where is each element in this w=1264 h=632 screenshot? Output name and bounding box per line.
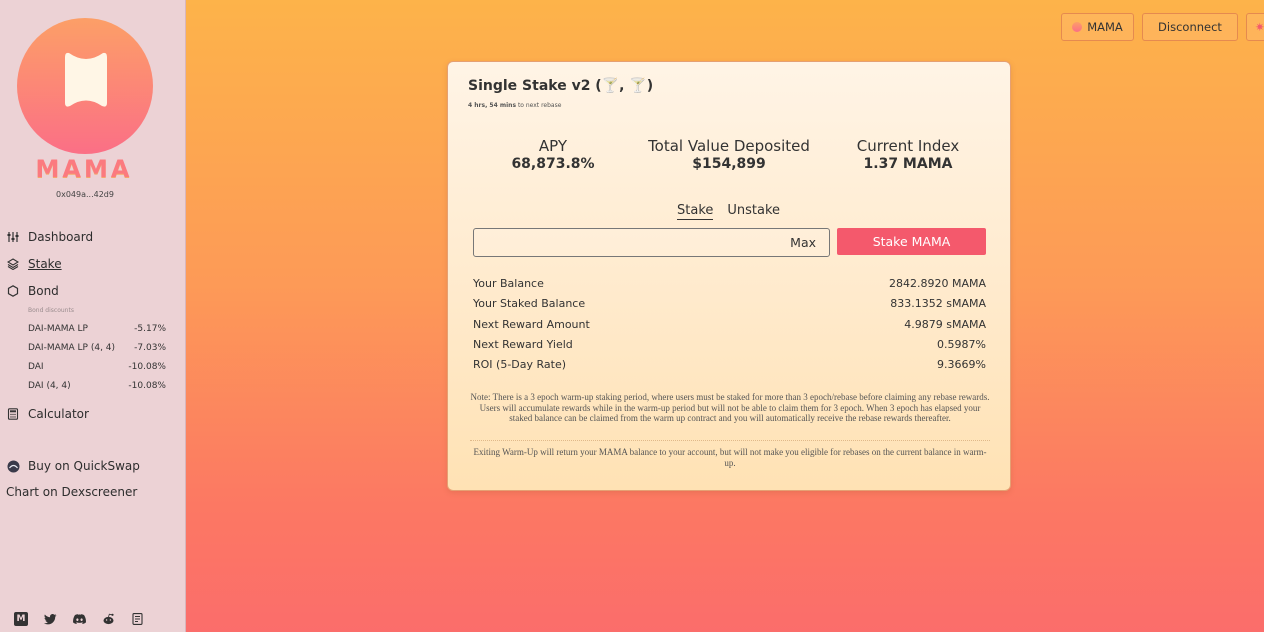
bond-item-name: DAI-MAMA LP (4, 4) — [28, 343, 116, 353]
mama-token-icon — [1072, 22, 1083, 32]
index-label: Current Index — [856, 137, 960, 155]
apy-stat: APY 68,873.8% — [508, 137, 598, 172]
twitter-icon[interactable] — [43, 612, 57, 626]
bond-discounts-label: Bond discounts — [28, 307, 74, 314]
rebase-suffix: to next rebase — [516, 102, 562, 109]
warmup-note: Note: There is a 3 epoch warm-up staking… — [470, 392, 990, 423]
index-value: 1.37 MAMA — [863, 156, 953, 172]
amount-input[interactable] — [480, 234, 780, 252]
nav-bond-label: Bond — [28, 284, 59, 298]
stake-tabs: Stake Unstake — [677, 203, 794, 220]
sidebar: MAMA 0x049a...42d9 Dashboard Stake Bond … — [0, 0, 186, 632]
info-row-value: 4.9879 sMAMA — [904, 318, 986, 331]
medium-icon[interactable]: M — [14, 612, 28, 626]
social-links: M — [14, 612, 159, 626]
info-row-label: Next Reward Amount — [473, 318, 590, 331]
sun-icon: ✷ — [1255, 20, 1264, 34]
info-row-label: Your Balance — [473, 277, 544, 290]
bond-item-name: DAI — [28, 362, 44, 372]
bond-icon — [6, 284, 20, 298]
bond-item-name: DAI-MAMA LP — [28, 324, 88, 334]
nav-chart-dexscreener[interactable]: Chart on Dexscreener — [6, 483, 137, 501]
nav-buy-label: Buy on QuickSwap — [28, 459, 140, 473]
info-row: ROI (5-Day Rate) 9.3669% — [473, 358, 986, 374]
disconnect-button[interactable]: Disconnect — [1142, 13, 1238, 41]
nav-chart-label: Chart on Dexscreener — [6, 485, 138, 499]
main-area: MAMA Disconnect ✷ Single Stake v2 (🍸, 🍸)… — [186, 0, 1264, 632]
quickswap-icon — [6, 459, 20, 473]
bond-item[interactable]: DAI-MAMA LP (4, 4) -7.03% — [28, 343, 166, 357]
info-row-value: 833.1352 sMAMA — [890, 297, 986, 310]
nav-stake-label: Stake — [28, 257, 62, 271]
stake-mama-button[interactable]: Stake MAMA — [837, 228, 986, 255]
mama-logo-icon — [65, 52, 107, 107]
apy-label: APY — [538, 137, 568, 155]
tab-stake[interactable]: Stake — [677, 203, 714, 220]
tab-unstake[interactable]: Unstake — [727, 203, 780, 220]
reddit-icon[interactable] — [101, 612, 115, 626]
token-button-label: MAMA — [1087, 20, 1123, 34]
stake-card: Single Stake v2 (🍸, 🍸) 4 hrs, 54 mins to… — [447, 61, 1011, 491]
amount-field[interactable]: Max — [473, 228, 830, 257]
nav-bond[interactable]: Bond — [6, 282, 59, 300]
bond-item-name: DAI (4, 4) — [28, 381, 71, 391]
nav-dashboard-label: Dashboard — [28, 230, 94, 244]
max-button[interactable]: Max — [790, 235, 816, 250]
bond-item-discount: -10.08% — [128, 362, 166, 372]
info-row: Next Reward Amount 4.9879 sMAMA — [473, 318, 986, 334]
bond-item[interactable]: DAI-MAMA LP -5.17% — [28, 324, 166, 338]
tvd-label: Total Value Deposited — [648, 137, 810, 155]
disconnect-button-label: Disconnect — [1158, 20, 1222, 34]
sliders-icon — [6, 230, 20, 244]
mama-wordmark: MAMA — [35, 155, 133, 183]
nav-calculator-label: Calculator — [28, 407, 89, 421]
token-button[interactable]: MAMA — [1061, 13, 1134, 41]
layers-icon — [6, 257, 20, 271]
tvd-stat: Total Value Deposited $154,899 — [638, 137, 820, 172]
mama-logo[interactable] — [17, 18, 153, 154]
docs-icon[interactable] — [130, 612, 144, 626]
info-row-label: Next Reward Yield — [473, 338, 573, 351]
info-row: Your Balance 2842.8920 MAMA — [473, 277, 986, 293]
info-row-value: 2842.8920 MAMA — [888, 277, 986, 290]
apy-value: 68,873.8% — [511, 156, 595, 172]
info-row-value: 0.5987% — [937, 338, 986, 351]
nav-buy-quickswap[interactable]: Buy on QuickSwap — [6, 457, 140, 475]
bond-item-discount: -10.08% — [128, 381, 166, 391]
tvd-value: $154,899 — [692, 156, 766, 172]
rebase-time: 4 hrs, 54 mins — [468, 102, 517, 109]
bond-item-discount: -7.03% — [134, 343, 166, 353]
rebase-timer: 4 hrs, 54 mins to next rebase — [468, 102, 561, 109]
nav-stake[interactable]: Stake — [6, 255, 62, 273]
bond-item-discount: -5.17% — [134, 324, 166, 334]
info-row: Your Staked Balance 833.1352 sMAMA — [473, 297, 986, 313]
nav-calculator[interactable]: Calculator — [6, 405, 89, 423]
info-row-label: Your Staked Balance — [473, 297, 586, 310]
calculator-icon — [6, 407, 20, 421]
wallet-address[interactable]: 0x049a...42d9 — [0, 190, 170, 199]
info-row-value: 9.3669% — [937, 358, 986, 371]
discord-icon[interactable] — [72, 612, 86, 626]
theme-toggle-button[interactable]: ✷ — [1246, 13, 1264, 41]
nav-dashboard[interactable]: Dashboard — [6, 228, 93, 246]
info-row-label: ROI (5-Day Rate) — [473, 358, 567, 371]
bond-item[interactable]: DAI (4, 4) -10.08% — [28, 381, 166, 395]
info-row: Next Reward Yield 0.5987% — [473, 338, 986, 354]
bond-item[interactable]: DAI -10.08% — [28, 362, 166, 376]
card-title: Single Stake v2 (🍸, 🍸) — [468, 78, 654, 94]
warmup-exit-note: Exiting Warm-Up will return your MAMA ba… — [470, 440, 990, 468]
index-stat: Current Index 1.37 MAMA — [848, 137, 968, 172]
